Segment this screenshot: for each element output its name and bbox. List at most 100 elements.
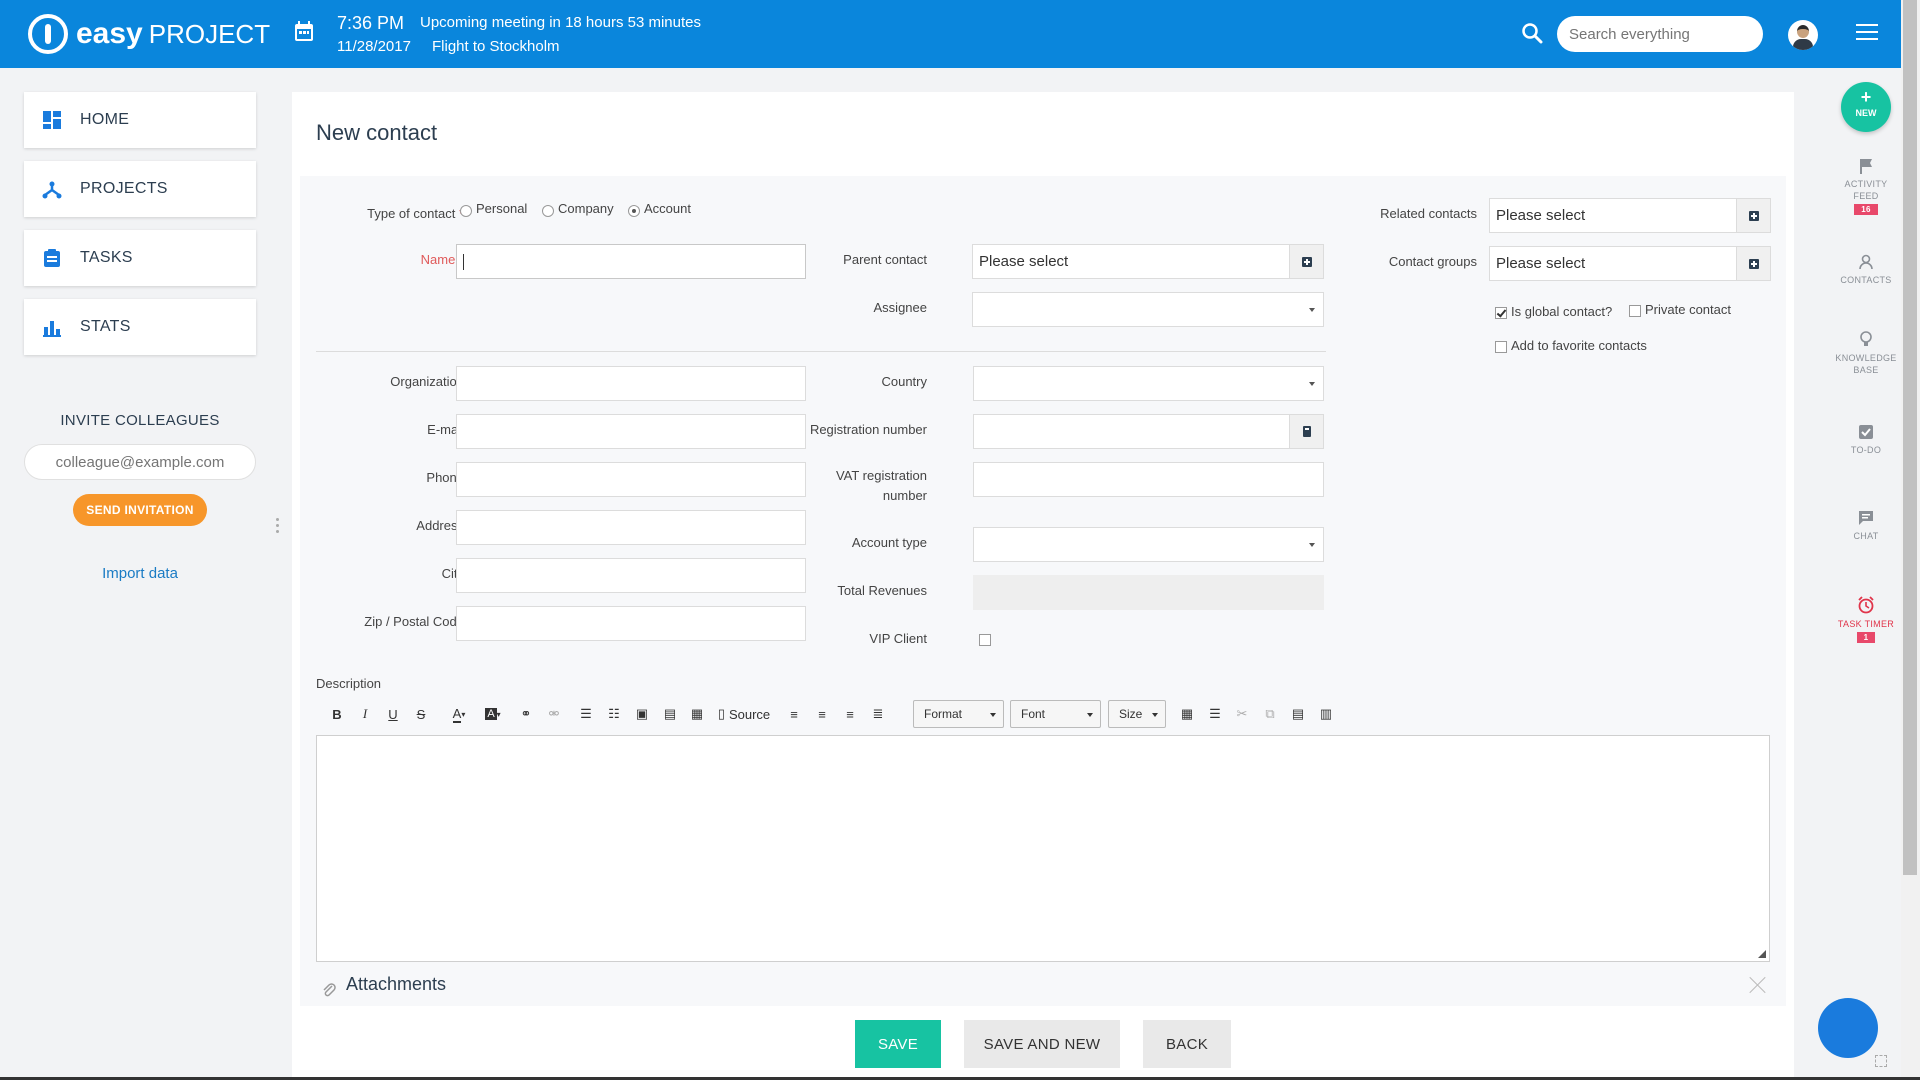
new-button-label: NEW <box>1855 108 1877 118</box>
registry-lookup-button[interactable] <box>1289 415 1323 448</box>
bold-button[interactable]: B <box>330 703 344 725</box>
table-button[interactable]: ▦ <box>688 703 706 725</box>
assignee-select[interactable] <box>972 292 1324 327</box>
plus-square-icon <box>1301 256 1312 267</box>
rail-todo[interactable]: TO-DO <box>1826 424 1906 456</box>
hamburger-menu-icon[interactable] <box>1856 24 1878 42</box>
close-icon[interactable] <box>1749 976 1767 994</box>
format-dropdown[interactable]: Format <box>913 700 1004 728</box>
background-color-button[interactable]: A ▾ <box>482 703 504 725</box>
link-button[interactable]: ⚭ <box>518 703 534 725</box>
is-global-contact-checkbox[interactable] <box>1495 307 1507 319</box>
rail-knowledge-label-2: BASE <box>1853 365 1879 375</box>
send-invitation-button[interactable]: SEND INVITATION <box>73 494 207 526</box>
vat-number-input[interactable] <box>973 462 1324 497</box>
strikethrough-button[interactable]: S <box>414 703 428 725</box>
add-to-favorite-label[interactable]: Add to favorite contacts <box>1511 338 1647 353</box>
type-personal-label[interactable]: Personal <box>476 201 527 216</box>
unlink-button[interactable]: ⚮ <box>546 703 562 725</box>
copy-button[interactable]: ⧉ <box>1262 703 1278 725</box>
search-icon[interactable] <box>1521 22 1543 44</box>
sidebar-item-projects[interactable]: PROJECTS <box>24 161 256 217</box>
sidebar-item-tasks[interactable]: TASKS <box>24 230 256 286</box>
attachments-title[interactable]: Attachments <box>346 974 446 995</box>
add-related-contact-button[interactable] <box>1736 199 1770 232</box>
add-to-favorite-checkbox[interactable] <box>1495 341 1507 353</box>
is-global-contact-label[interactable]: Is global contact? <box>1511 304 1612 319</box>
align-left-button[interactable]: ≡ <box>786 703 802 725</box>
rail-activity-label-1: ACTIVITY <box>1844 179 1888 189</box>
back-button[interactable]: BACK <box>1143 1020 1231 1068</box>
registration-number-input[interactable] <box>973 414 1324 449</box>
calendar-icon[interactable] <box>294 20 314 42</box>
contact-groups-select[interactable]: Please select <box>1489 246 1771 281</box>
upcoming-event[interactable]: Flight to Stockholm <box>432 38 560 55</box>
rail-knowledge-base[interactable]: KNOWLEDGE BASE <box>1826 330 1906 376</box>
account-type-select[interactable] <box>973 527 1324 562</box>
private-contact-label[interactable]: Private contact <box>1645 302 1731 317</box>
type-company-radio[interactable] <box>542 205 554 217</box>
logo-word-easy: easy <box>76 17 143 50</box>
type-company-label[interactable]: Company <box>558 201 614 216</box>
table-icon: ▦ <box>690 706 704 721</box>
organization-input[interactable] <box>456 366 806 401</box>
user-avatar[interactable] <box>1788 20 1818 50</box>
sidebar-item-home[interactable]: HOME <box>24 92 256 148</box>
rail-contacts[interactable]: CONTACTS <box>1826 254 1906 286</box>
sidebar-item-stats[interactable]: STATS <box>24 299 256 355</box>
type-account-radio[interactable] <box>628 205 640 217</box>
italic-button[interactable]: I <box>358 703 372 725</box>
size-dropdown[interactable]: Size <box>1108 700 1166 728</box>
font-dropdown[interactable]: Font <box>1010 700 1101 728</box>
private-contact-checkbox[interactable] <box>1629 305 1641 317</box>
new-item-button[interactable]: + NEW <box>1841 82 1891 132</box>
paste-button[interactable]: ▤ <box>1290 703 1306 725</box>
save-button[interactable]: SAVE <box>855 1020 941 1068</box>
easyproject-logo[interactable]: easy PROJECT <box>28 14 270 54</box>
type-personal-radio[interactable] <box>460 205 472 217</box>
parent-contact-select[interactable]: Please select <box>972 244 1324 279</box>
text-color-button[interactable]: A ▾ <box>448 703 470 725</box>
align-center-button[interactable]: ≡ <box>814 703 830 725</box>
related-contacts-select[interactable]: Please select <box>1489 198 1771 233</box>
type-account-label[interactable]: Account <box>644 201 691 216</box>
text-color-icon: A <box>452 705 462 723</box>
save-and-new-button[interactable]: SAVE AND NEW <box>964 1020 1120 1068</box>
logo-word-project: PROJECT <box>148 18 271 49</box>
contact-groups-label: Contact groups <box>1388 254 1477 269</box>
bulleted-list-button[interactable]: ☷ <box>606 703 622 725</box>
add-contact-group-button[interactable] <box>1736 247 1770 280</box>
rail-task-timer[interactable]: TASK TIMER 1 <box>1826 596 1906 643</box>
import-data-link[interactable]: Import data <box>24 565 256 582</box>
rail-task-timer-label: TASK TIMER <box>1837 619 1895 629</box>
page-scrollbar-thumb[interactable] <box>1903 0 1917 875</box>
cut-button[interactable]: ✂ <box>1234 703 1250 725</box>
country-select[interactable] <box>973 366 1324 401</box>
numbered-list-icon: ☰ <box>580 706 592 721</box>
search-input[interactable] <box>1557 16 1763 52</box>
upcoming-meeting[interactable]: Upcoming meeting in 18 hours 53 minutes <box>420 14 701 31</box>
insert-table-button[interactable]: ▦ <box>1178 703 1196 725</box>
underline-button[interactable]: U <box>386 703 400 725</box>
sidebar-resize-handle[interactable] <box>276 518 280 534</box>
vip-client-checkbox[interactable] <box>979 634 991 646</box>
bulleted-list-icon: ☷ <box>608 706 620 721</box>
fullscreen-icon[interactable] <box>1875 1055 1887 1067</box>
justify-button[interactable]: ≣ <box>870 703 886 725</box>
source-icon: ▯ <box>717 706 725 721</box>
invite-email-input[interactable] <box>24 444 256 480</box>
rail-activity-feed[interactable]: ACTIVITY FEED 16 <box>1826 158 1906 215</box>
paste-text-button[interactable]: ▥ <box>1318 703 1334 725</box>
align-right-button[interactable]: ≡ <box>842 703 858 725</box>
paste-image-button[interactable]: ▤ <box>662 703 678 725</box>
rail-chat[interactable]: CHAT <box>1826 510 1906 542</box>
justify-icon: ≣ <box>872 706 884 721</box>
numbered-list-button[interactable]: ☰ <box>578 703 594 725</box>
add-parent-contact-button[interactable] <box>1289 245 1323 278</box>
live-chat-button[interactable] <box>1818 998 1878 1058</box>
horizontal-rule-button[interactable]: ☰ <box>1206 703 1224 725</box>
name-input[interactable] <box>456 244 806 279</box>
image-button[interactable]: ▣ <box>634 703 650 725</box>
source-button[interactable]: ▯ Source <box>716 703 772 725</box>
description-editor[interactable] <box>316 735 1770 962</box>
